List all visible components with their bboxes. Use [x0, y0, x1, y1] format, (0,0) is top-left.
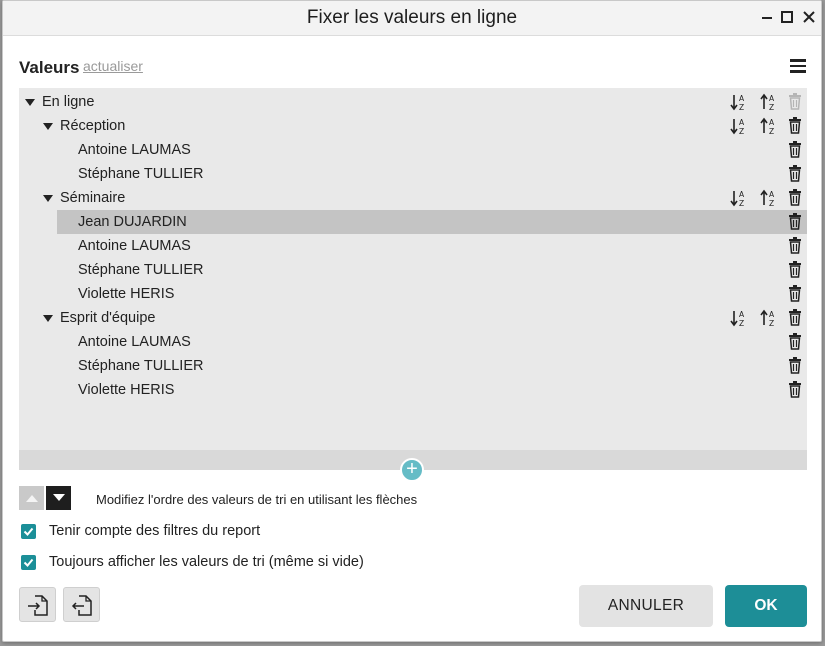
tree-group-row[interactable]: Réception AZ AZ [19, 114, 807, 138]
tree-item-row[interactable]: Antoine LAUMAS [19, 138, 807, 162]
ok-button[interactable]: OK [725, 585, 807, 627]
tree-item-row[interactable]: Stéphane TULLIER [19, 354, 807, 378]
tree-item-row[interactable]: Antoine LAUMAS [19, 234, 807, 258]
values-tree: En ligne AZ AZ Réception AZ AZ Antoine L… [19, 88, 807, 450]
svg-text:A: A [769, 310, 775, 319]
item-label: Antoine LAUMAS [78, 142, 191, 158]
svg-text:Z: Z [739, 199, 744, 207]
tree-group-row[interactable]: Séminaire AZ AZ [19, 186, 807, 210]
trash-icon[interactable] [788, 141, 802, 158]
move-down-button[interactable] [46, 486, 71, 510]
item-label: Violette HERIS [78, 286, 175, 302]
trash-icon[interactable] [788, 357, 802, 374]
order-hint-text: Modifiez l'ordre des valeurs de tri en u… [96, 492, 418, 507]
move-up-button[interactable] [19, 486, 44, 510]
values-label: Valeurs [19, 58, 80, 77]
dialog: Fixer les valeurs en ligne Valeurs actua… [2, 0, 822, 642]
svg-text:A: A [769, 190, 775, 199]
trash-icon[interactable] [788, 213, 802, 230]
svg-text:A: A [769, 94, 775, 103]
maximize-button[interactable] [777, 7, 797, 27]
add-value-button[interactable]: + [400, 458, 424, 482]
svg-text:Z: Z [769, 103, 774, 111]
tree-item-row[interactable]: Violette HERIS [19, 378, 807, 402]
filters-checkbox-label[interactable]: Tenir compte des filtres du report [49, 523, 260, 539]
expand-caret-icon[interactable] [43, 315, 53, 322]
arrow-down-icon [52, 494, 65, 501]
hamburger-menu-icon[interactable] [789, 57, 809, 75]
dialog-title: Fixer les valeurs en ligne [306, 7, 518, 28]
show-values-checkbox-label[interactable]: Toujours afficher les valeurs de tri (mê… [49, 554, 364, 570]
tree-group-row[interactable]: Esprit d'équipe AZ AZ [19, 306, 807, 330]
plus-icon: + [406, 458, 418, 480]
expand-caret-icon[interactable] [43, 195, 53, 202]
svg-text:A: A [739, 310, 745, 319]
sort-descending-icon[interactable]: AZ [760, 309, 778, 327]
svg-text:Z: Z [739, 319, 744, 327]
tree-root-row[interactable]: En ligne AZ AZ [19, 90, 807, 114]
checkmark-icon [23, 558, 34, 567]
minimize-icon [762, 17, 772, 19]
sort-descending-icon[interactable]: AZ [760, 189, 778, 207]
tree-item-row[interactable]: Stéphane TULLIER [19, 258, 807, 282]
filters-checkbox[interactable] [21, 524, 36, 539]
sort-ascending-icon[interactable]: AZ [730, 189, 748, 207]
svg-text:A: A [739, 118, 745, 127]
tree-item-row[interactable]: Violette HERIS [19, 282, 807, 306]
item-label: Stéphane TULLIER [78, 262, 204, 278]
item-label: Stéphane TULLIER [78, 166, 204, 182]
trash-icon[interactable] [788, 165, 802, 182]
tree-item-row[interactable]: Stéphane TULLIER [19, 162, 807, 186]
svg-text:A: A [739, 94, 745, 103]
sort-ascending-icon[interactable]: AZ [730, 309, 748, 327]
cancel-button[interactable]: ANNULER [579, 585, 713, 627]
item-label: Jean DUJARDIN [78, 214, 187, 230]
sort-descending-icon[interactable]: AZ [760, 93, 778, 111]
expand-caret-icon[interactable] [25, 99, 35, 106]
svg-text:Z: Z [739, 103, 744, 111]
trash-icon-disabled [789, 93, 801, 110]
trash-icon[interactable] [788, 309, 802, 326]
svg-text:A: A [769, 118, 775, 127]
svg-text:Z: Z [769, 319, 774, 327]
trash-icon[interactable] [788, 381, 802, 398]
checkmark-icon [23, 527, 34, 536]
sort-descending-icon[interactable]: AZ [760, 117, 778, 135]
tree-item-row[interactable]: Antoine LAUMAS [19, 330, 807, 354]
tree-root-label: En ligne [42, 94, 95, 110]
arrow-up-icon [25, 495, 38, 502]
maximize-icon [781, 11, 793, 23]
item-label: Antoine LAUMAS [78, 238, 191, 254]
sort-ascending-icon[interactable]: AZ [730, 117, 748, 135]
import-file-icon [27, 594, 48, 616]
group-label: Réception [60, 118, 126, 134]
minimize-button[interactable] [757, 7, 777, 27]
close-button[interactable] [799, 7, 819, 27]
import-button[interactable] [19, 587, 56, 622]
show-values-checkbox[interactable] [21, 555, 36, 570]
refresh-link[interactable]: actualiser [83, 58, 143, 74]
trash-icon[interactable] [788, 117, 802, 134]
trash-icon[interactable] [788, 261, 802, 278]
expand-caret-icon[interactable] [43, 123, 53, 130]
title-bar: Fixer les valeurs en ligne [3, 1, 821, 36]
group-label: Séminaire [60, 190, 126, 206]
sort-ascending-icon[interactable]: AZ [730, 93, 748, 111]
trash-icon[interactable] [788, 237, 802, 254]
svg-text:Z: Z [769, 127, 774, 135]
item-label: Violette HERIS [78, 382, 175, 398]
tree-item-row-selected[interactable]: Jean DUJARDIN [57, 210, 807, 234]
svg-text:A: A [739, 190, 745, 199]
trash-icon[interactable] [788, 189, 802, 206]
svg-text:Z: Z [739, 127, 744, 135]
group-label: Esprit d'équipe [60, 310, 156, 326]
export-button[interactable] [63, 587, 100, 622]
close-icon [803, 11, 815, 23]
item-label: Stéphane TULLIER [78, 358, 204, 374]
trash-icon[interactable] [788, 285, 802, 302]
svg-text:Z: Z [769, 199, 774, 207]
export-file-icon [71, 594, 92, 616]
item-label: Antoine LAUMAS [78, 334, 191, 350]
trash-icon[interactable] [788, 333, 802, 350]
